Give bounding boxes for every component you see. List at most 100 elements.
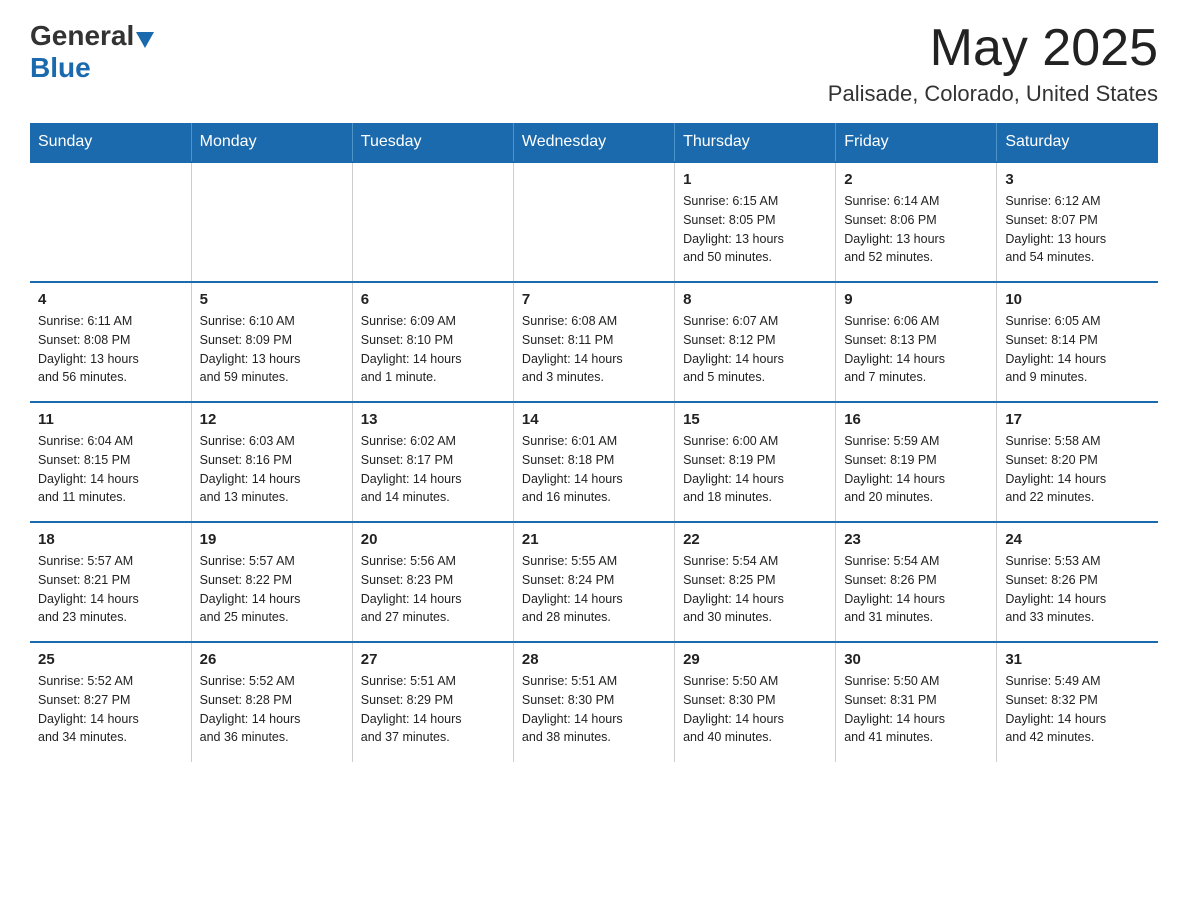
calendar-cell: 2 Sunrise: 6:14 AM Sunset: 8:06 PM Daylig… xyxy=(836,162,997,282)
cell-info-text: Sunrise: 5:55 AM Sunset: 8:24 PM Dayligh… xyxy=(522,552,666,627)
cell-info-text: Sunrise: 5:58 AM Sunset: 8:20 PM Dayligh… xyxy=(1005,432,1150,507)
weekday-header-sunday: Sunday xyxy=(30,123,191,162)
cell-info-text: Sunrise: 6:06 AM Sunset: 8:13 PM Dayligh… xyxy=(844,312,988,387)
cell-info-text: Sunrise: 5:57 AM Sunset: 8:22 PM Dayligh… xyxy=(200,552,344,627)
cell-day-number: 9 xyxy=(844,291,988,308)
cell-day-number: 13 xyxy=(361,411,505,428)
logo: General Blue xyxy=(30,20,154,84)
calendar-week-row: 18 Sunrise: 5:57 AM Sunset: 8:21 PM Dayli… xyxy=(30,522,1158,642)
cell-info-text: Sunrise: 5:52 AM Sunset: 8:27 PM Dayligh… xyxy=(38,672,183,747)
location-title: Palisade, Colorado, United States xyxy=(828,81,1158,107)
calendar-cell: 17Sunrise: 5:58 AM Sunset: 8:20 PM Dayli… xyxy=(997,402,1158,522)
cell-info-text: Sunrise: 6:03 AM Sunset: 8:16 PM Dayligh… xyxy=(200,432,344,507)
cell-info-text: Sunrise: 6:10 AM Sunset: 8:09 PM Dayligh… xyxy=(200,312,344,387)
cell-day-number: 5 xyxy=(200,291,344,308)
calendar-cell xyxy=(513,162,674,282)
cell-day-number: 30 xyxy=(844,651,988,668)
cell-day-number: 21 xyxy=(522,531,666,548)
cell-info-text: Sunrise: 5:51 AM Sunset: 8:29 PM Dayligh… xyxy=(361,672,505,747)
calendar-cell: 9 Sunrise: 6:06 AM Sunset: 8:13 PM Daylig… xyxy=(836,282,997,402)
cell-day-number: 6 xyxy=(361,291,505,308)
calendar-cell: 11 Sunrise: 6:04 AM Sunset: 8:15 PM Dayli… xyxy=(30,402,191,522)
calendar-cell: 23 Sunrise: 5:54 AM Sunset: 8:26 PM Dayli… xyxy=(836,522,997,642)
cell-day-number: 31 xyxy=(1005,651,1150,668)
cell-info-text: Sunrise: 6:09 AM Sunset: 8:10 PM Dayligh… xyxy=(361,312,505,387)
page-header: General Blue May 2025 Palisade, Colorado… xyxy=(30,20,1158,107)
cell-info-text: Sunrise: 5:54 AM Sunset: 8:26 PM Dayligh… xyxy=(844,552,988,627)
calendar-cell: 7Sunrise: 6:08 AM Sunset: 8:11 PM Daylig… xyxy=(513,282,674,402)
cell-info-text: Sunrise: 6:07 AM Sunset: 8:12 PM Dayligh… xyxy=(683,312,827,387)
calendar-header-row: SundayMondayTuesdayWednesdayThursdayFrid… xyxy=(30,123,1158,162)
cell-day-number: 10 xyxy=(1005,291,1150,308)
calendar-cell: 5 Sunrise: 6:10 AM Sunset: 8:09 PM Daylig… xyxy=(191,282,352,402)
cell-day-number: 16 xyxy=(844,411,988,428)
cell-info-text: Sunrise: 5:50 AM Sunset: 8:31 PM Dayligh… xyxy=(844,672,988,747)
calendar-cell: 8Sunrise: 6:07 AM Sunset: 8:12 PM Daylig… xyxy=(675,282,836,402)
calendar-cell: 18 Sunrise: 5:57 AM Sunset: 8:21 PM Dayli… xyxy=(30,522,191,642)
cell-info-text: Sunrise: 6:04 AM Sunset: 8:15 PM Dayligh… xyxy=(38,432,183,507)
calendar-cell xyxy=(352,162,513,282)
cell-info-text: Sunrise: 6:11 AM Sunset: 8:08 PM Dayligh… xyxy=(38,312,183,387)
cell-day-number: 20 xyxy=(361,531,505,548)
calendar-cell: 16 Sunrise: 5:59 AM Sunset: 8:19 PM Dayli… xyxy=(836,402,997,522)
cell-day-number: 19 xyxy=(200,531,344,548)
calendar-cell: 1Sunrise: 6:15 AM Sunset: 8:05 PM Daylig… xyxy=(675,162,836,282)
calendar-cell xyxy=(191,162,352,282)
calendar-cell: 14 Sunrise: 6:01 AM Sunset: 8:18 PM Dayli… xyxy=(513,402,674,522)
logo-triangle-icon xyxy=(136,32,154,48)
calendar-cell: 20 Sunrise: 5:56 AM Sunset: 8:23 PM Dayli… xyxy=(352,522,513,642)
cell-info-text: Sunrise: 6:14 AM Sunset: 8:06 PM Dayligh… xyxy=(844,192,988,267)
cell-day-number: 3 xyxy=(1005,171,1150,188)
calendar-cell: 24Sunrise: 5:53 AM Sunset: 8:26 PM Dayli… xyxy=(997,522,1158,642)
calendar-cell: 10 Sunrise: 6:05 AM Sunset: 8:14 PM Dayli… xyxy=(997,282,1158,402)
cell-day-number: 18 xyxy=(38,531,183,548)
cell-info-text: Sunrise: 6:01 AM Sunset: 8:18 PM Dayligh… xyxy=(522,432,666,507)
cell-info-text: Sunrise: 6:00 AM Sunset: 8:19 PM Dayligh… xyxy=(683,432,827,507)
cell-day-number: 4 xyxy=(38,291,183,308)
calendar-cell: 4 Sunrise: 6:11 AM Sunset: 8:08 PM Daylig… xyxy=(30,282,191,402)
logo-blue: Blue xyxy=(30,52,91,83)
cell-day-number: 26 xyxy=(200,651,344,668)
calendar-cell: 13 Sunrise: 6:02 AM Sunset: 8:17 PM Dayli… xyxy=(352,402,513,522)
cell-info-text: Sunrise: 5:52 AM Sunset: 8:28 PM Dayligh… xyxy=(200,672,344,747)
calendar-cell: 30 Sunrise: 5:50 AM Sunset: 8:31 PM Dayli… xyxy=(836,642,997,762)
calendar-cell: 19 Sunrise: 5:57 AM Sunset: 8:22 PM Dayli… xyxy=(191,522,352,642)
calendar-cell: 21 Sunrise: 5:55 AM Sunset: 8:24 PM Dayli… xyxy=(513,522,674,642)
cell-day-number: 27 xyxy=(361,651,505,668)
cell-info-text: Sunrise: 6:08 AM Sunset: 8:11 PM Dayligh… xyxy=(522,312,666,387)
cell-info-text: Sunrise: 5:59 AM Sunset: 8:19 PM Dayligh… xyxy=(844,432,988,507)
cell-info-text: Sunrise: 5:51 AM Sunset: 8:30 PM Dayligh… xyxy=(522,672,666,747)
cell-info-text: Sunrise: 6:15 AM Sunset: 8:05 PM Dayligh… xyxy=(683,192,827,267)
cell-day-number: 23 xyxy=(844,531,988,548)
calendar-cell: 29Sunrise: 5:50 AM Sunset: 8:30 PM Dayli… xyxy=(675,642,836,762)
cell-info-text: Sunrise: 6:12 AM Sunset: 8:07 PM Dayligh… xyxy=(1005,192,1150,267)
cell-info-text: Sunrise: 6:02 AM Sunset: 8:17 PM Dayligh… xyxy=(361,432,505,507)
month-title: May 2025 xyxy=(828,20,1158,77)
header-right: May 2025 Palisade, Colorado, United Stat… xyxy=(828,20,1158,107)
weekday-header-thursday: Thursday xyxy=(675,123,836,162)
weekday-header-friday: Friday xyxy=(836,123,997,162)
calendar-week-row: 1Sunrise: 6:15 AM Sunset: 8:05 PM Daylig… xyxy=(30,162,1158,282)
calendar-cell: 26 Sunrise: 5:52 AM Sunset: 8:28 PM Dayli… xyxy=(191,642,352,762)
cell-info-text: Sunrise: 5:57 AM Sunset: 8:21 PM Dayligh… xyxy=(38,552,183,627)
cell-info-text: Sunrise: 6:05 AM Sunset: 8:14 PM Dayligh… xyxy=(1005,312,1150,387)
weekday-header-saturday: Saturday xyxy=(997,123,1158,162)
calendar-cell: 6 Sunrise: 6:09 AM Sunset: 8:10 PM Daylig… xyxy=(352,282,513,402)
calendar-cell xyxy=(30,162,191,282)
calendar-table: SundayMondayTuesdayWednesdayThursdayFrid… xyxy=(30,123,1158,762)
cell-info-text: Sunrise: 5:54 AM Sunset: 8:25 PM Dayligh… xyxy=(683,552,827,627)
cell-day-number: 2 xyxy=(844,171,988,188)
calendar-cell: 25Sunrise: 5:52 AM Sunset: 8:27 PM Dayli… xyxy=(30,642,191,762)
calendar-cell: 15Sunrise: 6:00 AM Sunset: 8:19 PM Dayli… xyxy=(675,402,836,522)
cell-day-number: 14 xyxy=(522,411,666,428)
calendar-cell: 22 Sunrise: 5:54 AM Sunset: 8:25 PM Dayli… xyxy=(675,522,836,642)
calendar-cell: 12Sunrise: 6:03 AM Sunset: 8:16 PM Dayli… xyxy=(191,402,352,522)
logo-general: General xyxy=(30,20,134,51)
cell-day-number: 11 xyxy=(38,411,183,428)
cell-info-text: Sunrise: 5:56 AM Sunset: 8:23 PM Dayligh… xyxy=(361,552,505,627)
cell-info-text: Sunrise: 5:50 AM Sunset: 8:30 PM Dayligh… xyxy=(683,672,827,747)
weekday-header-tuesday: Tuesday xyxy=(352,123,513,162)
cell-info-text: Sunrise: 5:49 AM Sunset: 8:32 PM Dayligh… xyxy=(1005,672,1150,747)
cell-day-number: 22 xyxy=(683,531,827,548)
calendar-cell: 31 Sunrise: 5:49 AM Sunset: 8:32 PM Dayli… xyxy=(997,642,1158,762)
